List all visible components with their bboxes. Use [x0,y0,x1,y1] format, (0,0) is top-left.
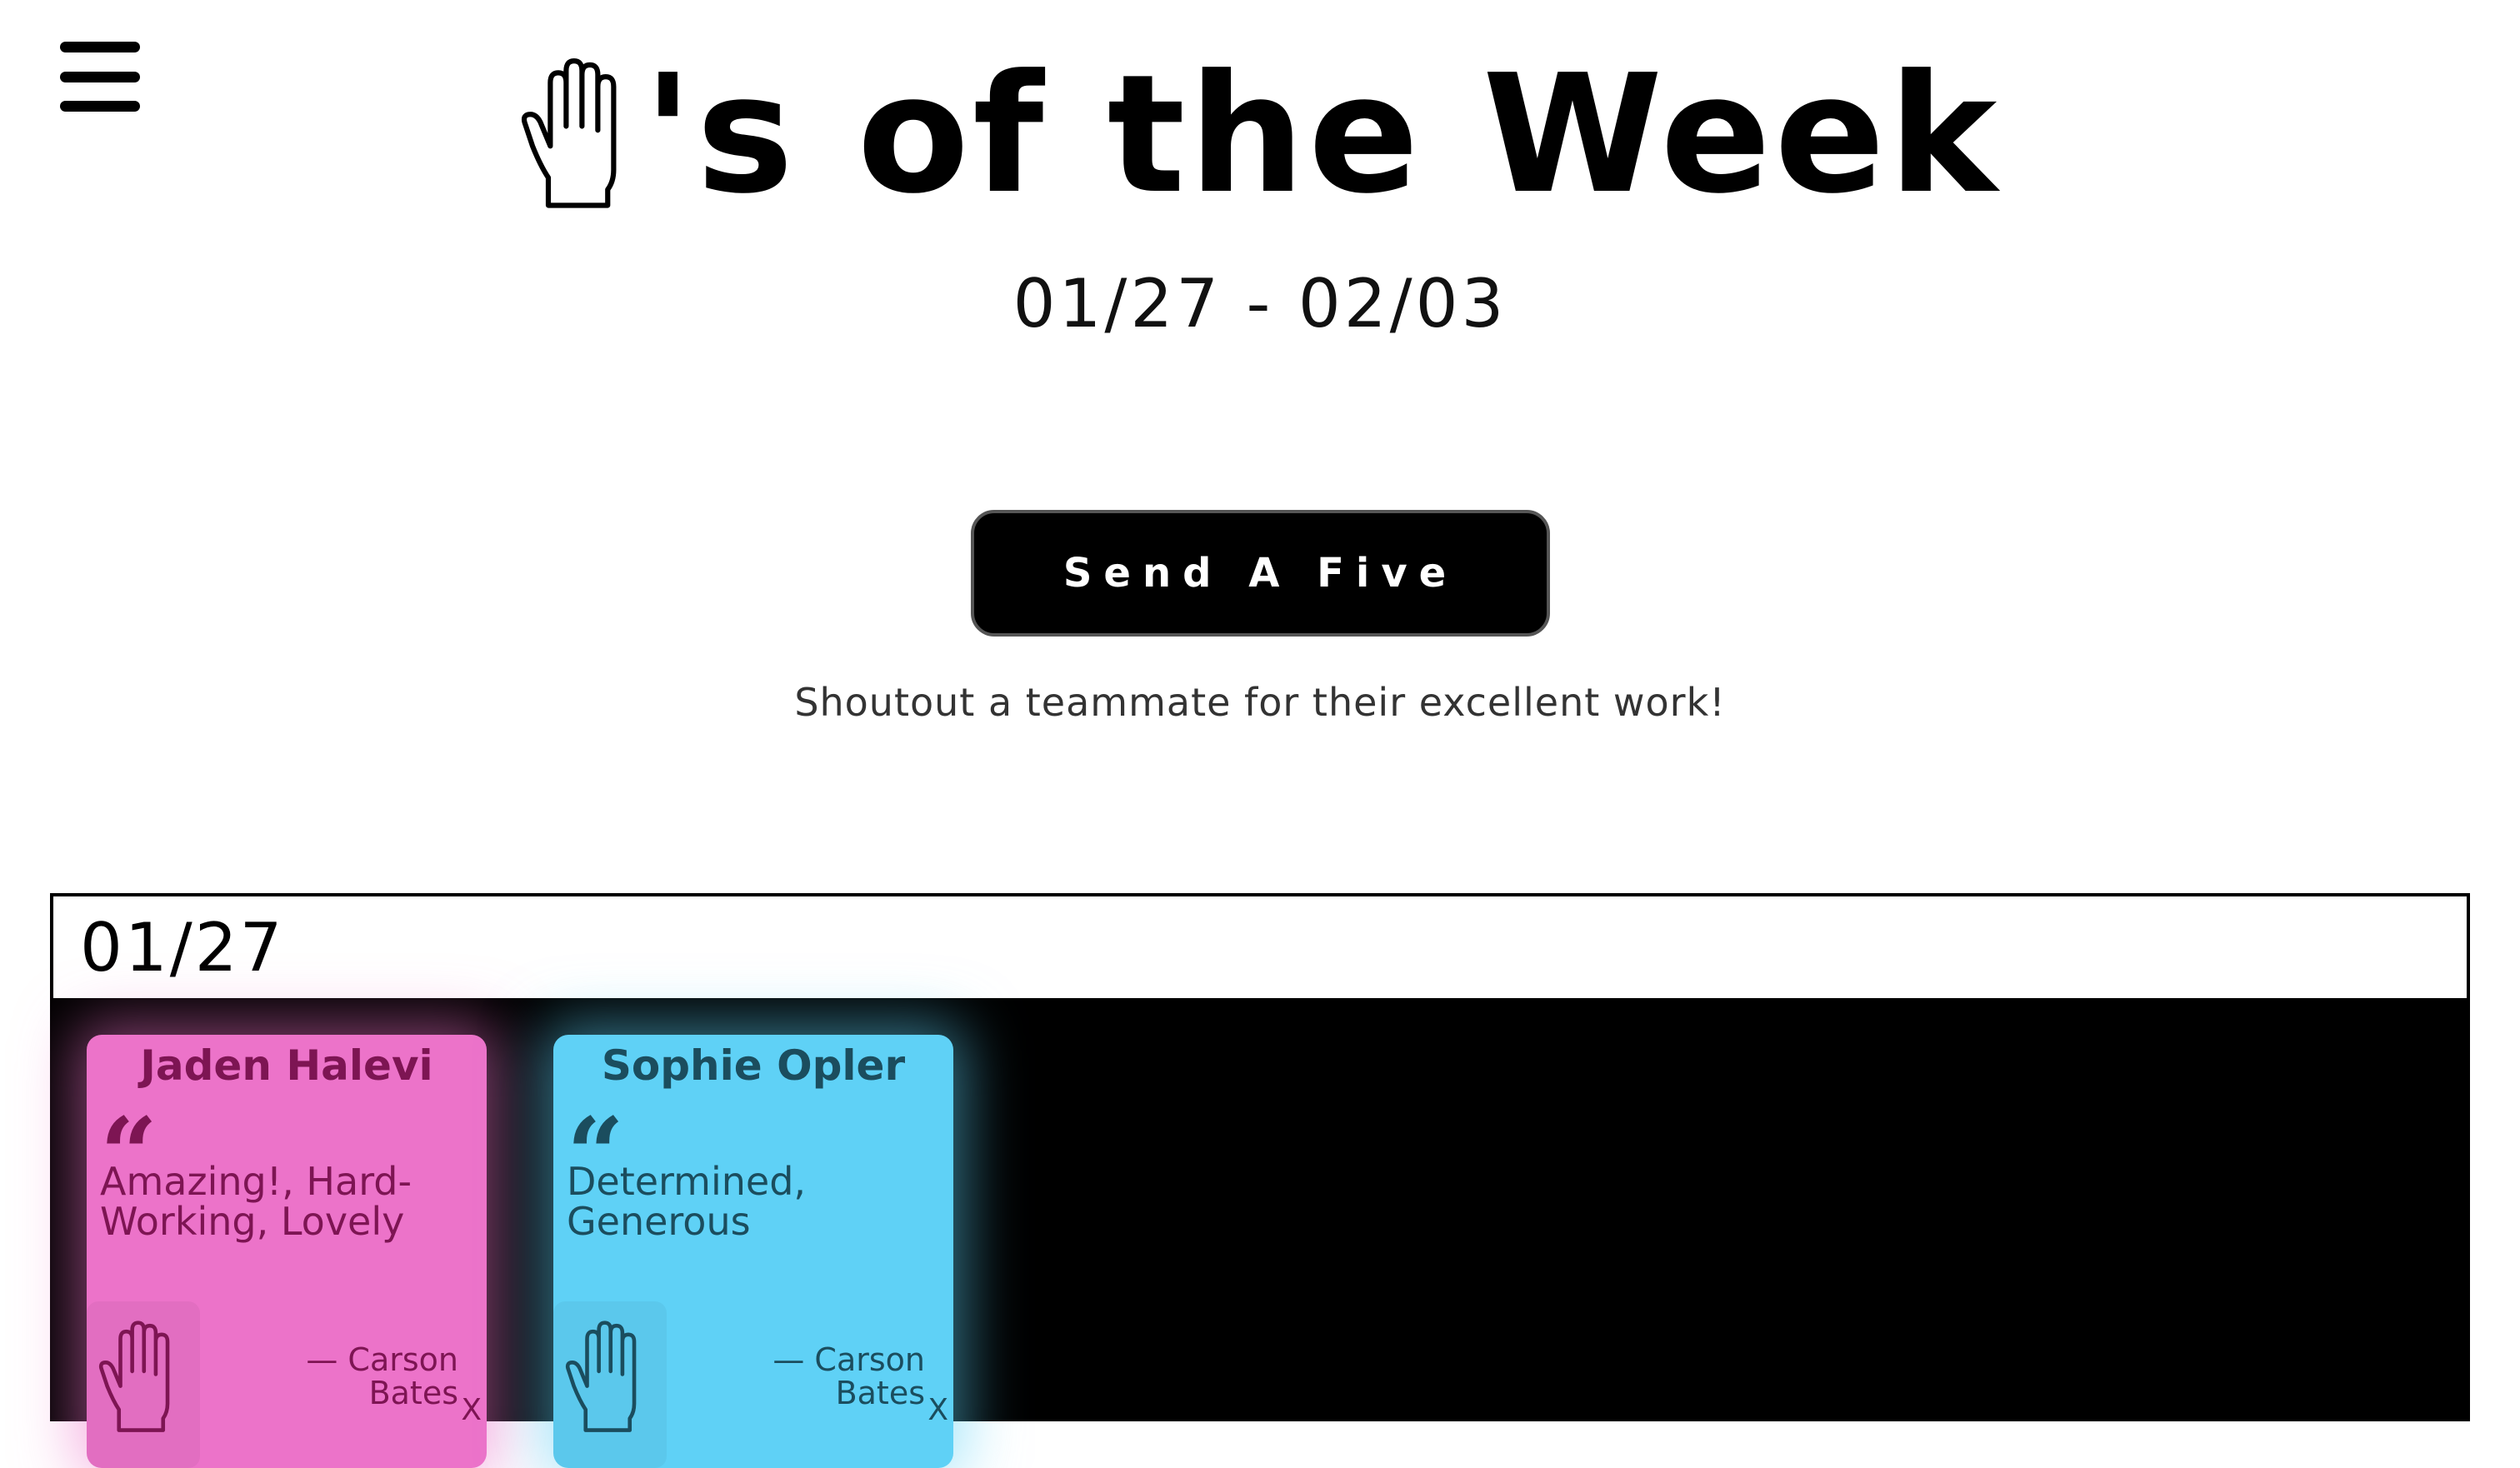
cta-subtitle: Shoutout a teammate for their excellent … [794,680,1726,725]
card-hand-badge [87,1301,200,1468]
send-a-five-button[interactable]: Send A Five [971,510,1550,637]
shoutout-words: Amazing!, Hard-Working, Lovely [100,1159,412,1244]
delete-card-button[interactable]: X [461,1393,482,1427]
page-title: 's of the Week [0,53,2520,217]
date-range: 01/27 - 02/03 [1012,265,1508,342]
delete-card-button[interactable]: X [928,1393,948,1427]
shoutout-card[interactable]: Sophie Opler “ Determined, Generous — Ca… [553,1035,953,1468]
week-label: 01/27 [53,896,2467,1001]
hand-icon [521,58,617,208]
recipient-name: Jaden Halevi [140,1041,433,1090]
shoutout-card[interactable]: Jaden Halevi “ Amazing!, Hard-Working, L… [87,1035,487,1468]
week-panel: 01/27 Jaden Halevi “ Amazing!, Hard-Work… [50,893,2470,1468]
title-text: 's of the Week [642,40,2001,230]
card-hand-badge [553,1301,667,1468]
shoutout-words: Determined, Generous [567,1159,807,1244]
sender-name: — Carson Bates [772,1341,925,1411]
recipient-name: Sophie Opler [601,1041,906,1090]
sender-name: — Carson Bates [306,1341,458,1411]
hamburger-icon-bar [60,42,140,52]
